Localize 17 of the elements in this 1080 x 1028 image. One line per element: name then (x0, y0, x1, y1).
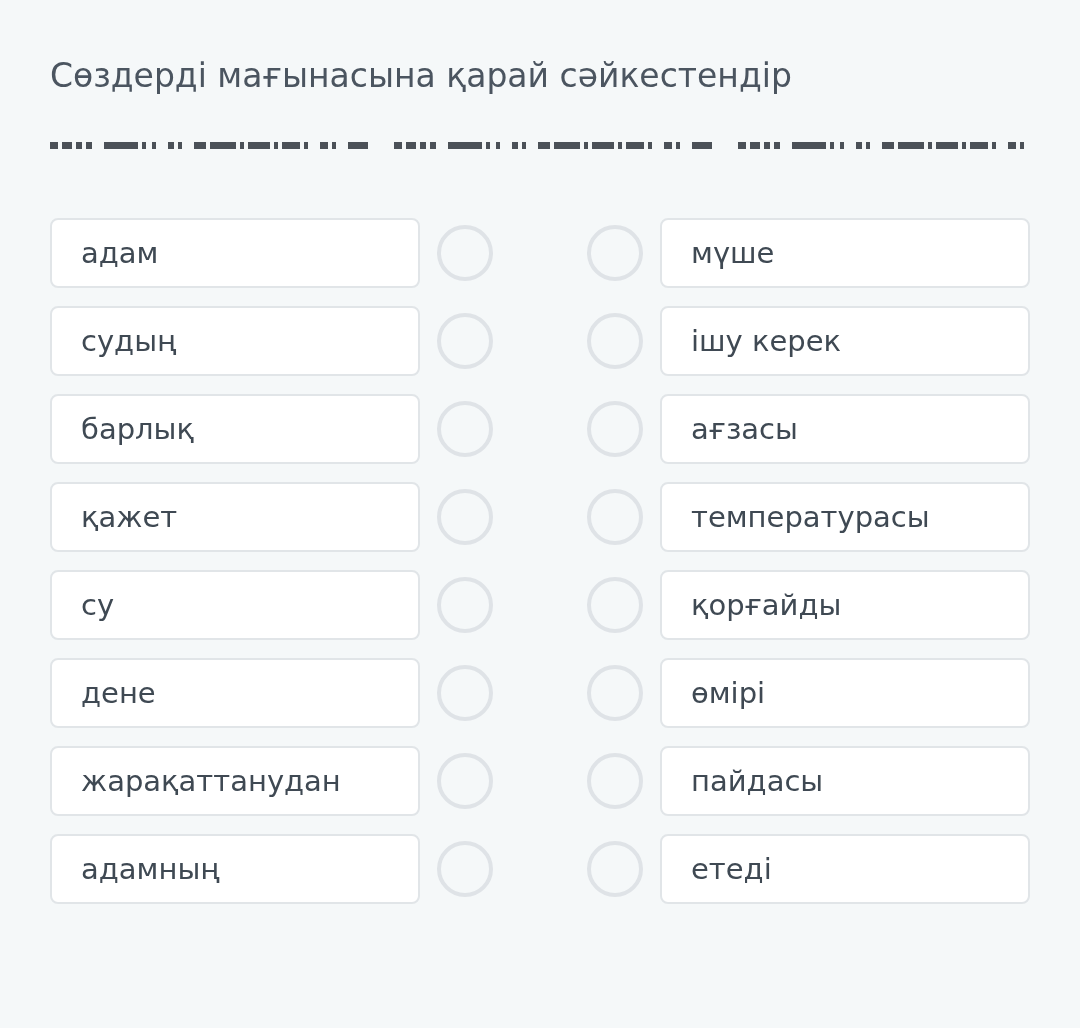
answer-card[interactable]: пайдасы (660, 746, 1030, 816)
answer-card[interactable]: қажет (50, 482, 420, 552)
answer-card[interactable]: етеді (660, 834, 1030, 904)
answer-card[interactable]: адамның (50, 834, 420, 904)
answer-card[interactable]: барлық (50, 394, 420, 464)
answer-card[interactable]: су (50, 570, 420, 640)
answer-card[interactable]: өмірі (660, 658, 1030, 728)
answer-card[interactable]: ағзасы (660, 394, 1030, 464)
answer-card[interactable]: ішу керек (660, 306, 1030, 376)
answer-card[interactable]: судың (50, 306, 420, 376)
task-title: Сөздерді мағынасына қарай сәйкестендір (50, 55, 793, 97)
answer-card[interactable]: адам (50, 218, 420, 288)
answer-card[interactable]: қорғайды (660, 570, 1030, 640)
answer-card[interactable]: температурасы (660, 482, 1030, 552)
answer-card[interactable]: мүше (660, 218, 1030, 288)
answer-card[interactable]: дене (50, 658, 420, 728)
answer-card[interactable]: жарақаттанудан (50, 746, 420, 816)
